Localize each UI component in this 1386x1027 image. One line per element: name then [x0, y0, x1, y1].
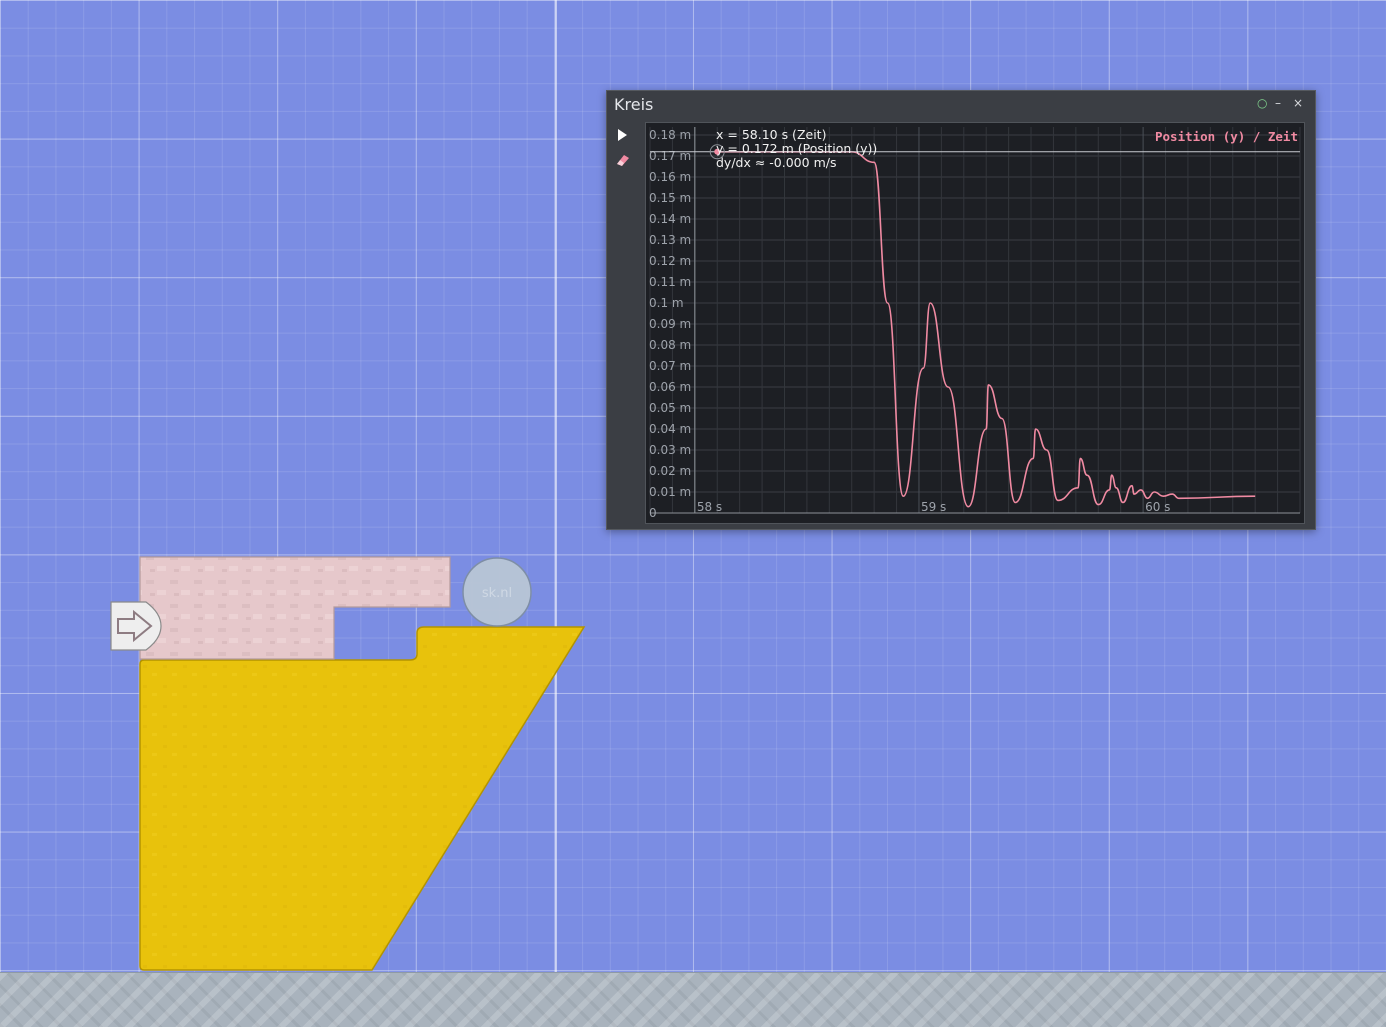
y-tick-label: 0.01 m	[649, 485, 691, 499]
chart-grid	[649, 127, 1301, 514]
x-axis-ticks: 58 s 59 s 60 s	[697, 500, 1171, 514]
arrow-marker[interactable]	[110, 601, 162, 651]
y-tick-label: 0.05 m	[649, 401, 691, 415]
series-label: Position (y) / Zeit	[1155, 129, 1298, 144]
readout-slope: dy/dx ≈ -0.000 m/s	[716, 155, 836, 170]
y-tick-label: 0.14 m	[649, 212, 691, 226]
y-tick-label: 0.11 m	[649, 275, 691, 289]
y-tick-label: 0.17 m	[649, 149, 691, 163]
readout-x: x = 58.10 s (Zeit)	[716, 127, 826, 142]
pin-button[interactable]: ○	[1257, 96, 1267, 110]
yellow-ramp-block[interactable]	[139, 626, 586, 971]
y-tick-label: 0.04 m	[649, 422, 691, 436]
y-tick-label: 0.12 m	[649, 254, 691, 268]
y-tick-label: 0.09 m	[649, 317, 691, 331]
window-title: Kreis	[614, 95, 654, 114]
position-time-chart[interactable]: 0 0.01 m 0.02 m 0.03 m 0.04 m 0.05 m 0.06 m 0.0…	[646, 123, 1304, 523]
x-tick-label: 60 s	[1145, 500, 1170, 514]
ground	[0, 972, 1386, 1027]
y-tick-label: 0.06 m	[649, 380, 691, 394]
x-tick-label: 59 s	[921, 500, 946, 514]
y-tick-label: 0.16 m	[649, 170, 691, 184]
y-tick-label: 0	[649, 506, 657, 520]
ball[interactable]: sk.nl	[462, 557, 532, 627]
close-button[interactable]: ×	[1293, 96, 1303, 110]
graph-area[interactable]: 0 0.01 m 0.02 m 0.03 m 0.04 m 0.05 m 0.06 m 0.0…	[645, 122, 1305, 524]
y-tick-label: 0.18 m	[649, 128, 691, 142]
y-tick-label: 0.15 m	[649, 191, 691, 205]
y-tick-label: 0.07 m	[649, 359, 691, 373]
y-tick-label: 0.1 m	[649, 296, 684, 310]
ball-label: sk.nl	[482, 586, 512, 601]
graph-window[interactable]: Kreis ○ – × 0 0.01 m 0.02 m 0.03 m 0.04 m 0.0…	[606, 90, 1316, 530]
eraser-icon[interactable]	[615, 151, 631, 167]
l-shaped-pink-block[interactable]	[139, 556, 451, 660]
y-axis-ticks: 0 0.01 m 0.02 m 0.03 m 0.04 m 0.05 m 0.06 m 0.0…	[649, 128, 691, 520]
minimize-button[interactable]: –	[1275, 96, 1281, 110]
readout-y: y = 0.172 m (Position (y))	[716, 141, 877, 156]
play-icon[interactable]	[615, 127, 631, 143]
x-tick-label: 58 s	[697, 500, 722, 514]
y-tick-label: 0.03 m	[649, 443, 691, 457]
y-tick-label: 0.08 m	[649, 338, 691, 352]
y-tick-label: 0.13 m	[649, 233, 691, 247]
y-tick-label: 0.02 m	[649, 464, 691, 478]
